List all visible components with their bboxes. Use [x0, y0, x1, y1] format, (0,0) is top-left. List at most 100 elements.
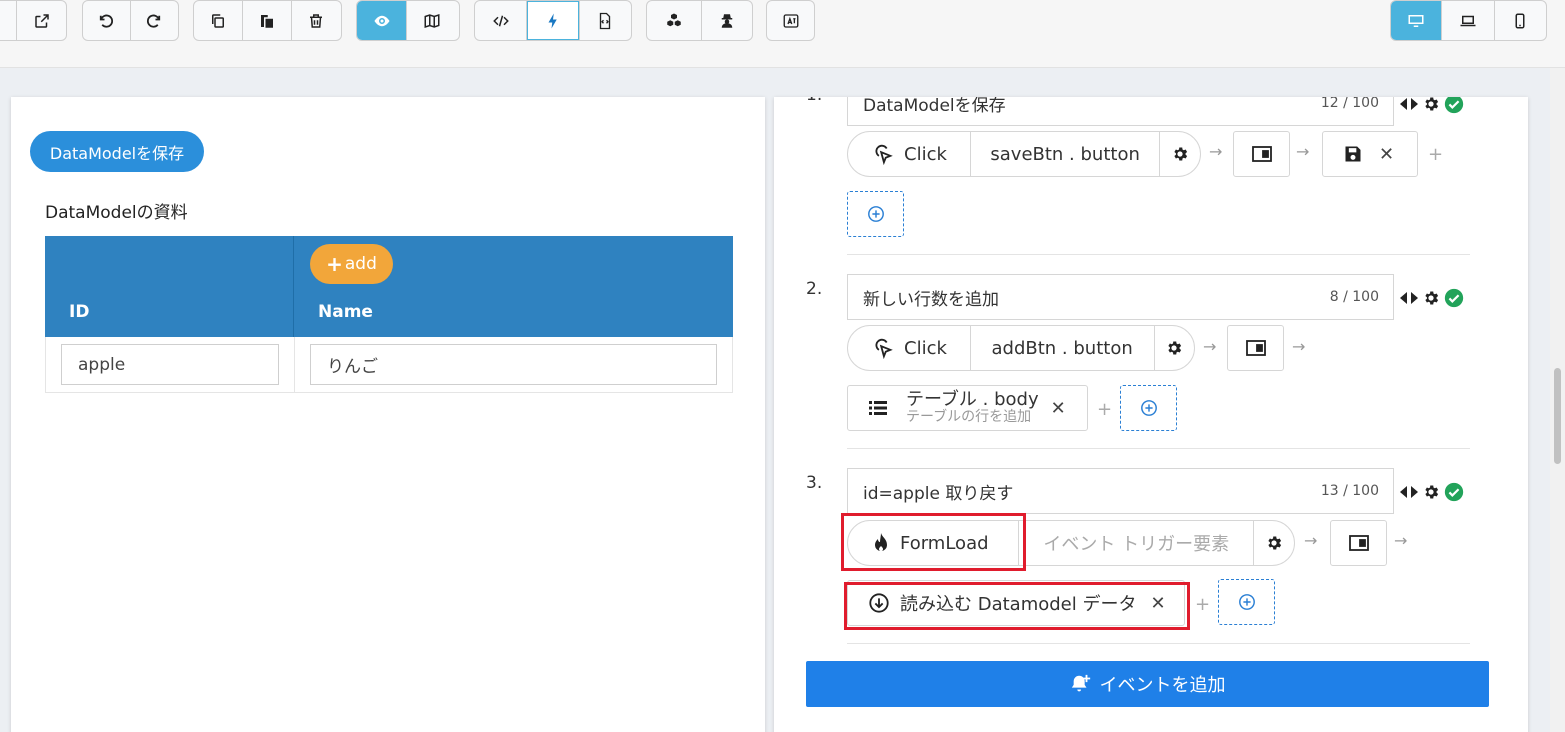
toolbar-group-language [766, 0, 815, 41]
event-trigger: Click saveBtn . button [847, 131, 1201, 177]
gear-icon[interactable] [1422, 97, 1440, 113]
pointer-click-icon [875, 144, 893, 165]
undo-icon [100, 14, 114, 28]
save-datamodel-button[interactable]: DataModelを保存 [30, 131, 204, 172]
check-circle-icon [1444, 97, 1464, 114]
trigger-settings-button[interactable] [1160, 132, 1200, 176]
event-divider [847, 254, 1470, 255]
save-action[interactable]: ✕ [1322, 131, 1418, 177]
trigger-target-placeholder[interactable]: イベント トリガー要素 [1019, 521, 1255, 565]
event-title-input[interactable]: DataModelを保存 12 / 100 [847, 97, 1394, 126]
components-button[interactable] [647, 1, 703, 40]
remove-action-icon[interactable]: ✕ [1379, 144, 1394, 165]
map-button[interactable] [407, 1, 457, 40]
delete-button[interactable] [292, 1, 341, 40]
external-link-button[interactable] [17, 1, 66, 40]
add-row-button[interactable]: + add [310, 244, 393, 284]
flow-arrow: → [1203, 337, 1217, 356]
expand-arrows-icon[interactable] [1399, 485, 1419, 499]
page-scrollbar[interactable] [1550, 68, 1565, 732]
add-action-button[interactable] [1218, 579, 1275, 625]
event-title-input[interactable]: id=apple 取り戻す 13 / 100 [847, 468, 1394, 514]
event-title: 新しい行数を追加 [863, 289, 999, 310]
events-panel: 1. DataModelを保存 12 / 100 Click saveBtn .… [774, 97, 1528, 732]
desktop-icon [1408, 14, 1424, 27]
panel-icon [1348, 535, 1369, 551]
preview-panel: DataModelを保存 DataModelの資料 + add ID Name a… [11, 97, 765, 732]
gear-icon [1268, 536, 1282, 550]
add-circle-icon [1140, 400, 1157, 416]
add-circle-icon [867, 206, 884, 222]
toolbar-left-stub [0, 1, 18, 40]
event-title-input[interactable]: 新しい行数を追加 8 / 100 [847, 274, 1394, 320]
trigger-type[interactable]: Click [848, 132, 971, 176]
private-button[interactable] [702, 1, 752, 40]
action-label: テーブル . body [906, 389, 1039, 411]
trigger-target[interactable]: addBtn . button [971, 326, 1155, 370]
mobile-view-button[interactable] [1495, 1, 1546, 40]
events-button[interactable] [527, 1, 580, 40]
toolbar-group-link [0, 0, 67, 41]
target-element-button[interactable] [1330, 520, 1387, 566]
scrollbar-thumb[interactable] [1554, 368, 1561, 464]
paste-button[interactable] [243, 1, 292, 40]
desktop-view-button[interactable] [1391, 1, 1443, 40]
remove-action-icon[interactable]: ✕ [1051, 398, 1066, 419]
name-input[interactable]: りんご [310, 344, 717, 385]
code-file-button[interactable] [580, 1, 631, 40]
add-event-button[interactable]: イベントを追加 [806, 661, 1489, 707]
highlight-box [844, 582, 1190, 630]
action-item[interactable]: テーブル . body テーブルの行を追加 ✕ [847, 385, 1088, 431]
code-button[interactable] [475, 1, 528, 40]
table-row: apple りんご [45, 337, 733, 393]
code-file-icon [600, 12, 611, 29]
map-icon [424, 13, 440, 28]
id-input[interactable]: apple [61, 344, 279, 385]
action-text: テーブル . body テーブルの行を追加 [906, 390, 1039, 425]
event-controls [1399, 97, 1469, 115]
code-icon [492, 15, 509, 26]
plus-icon: + [326, 252, 343, 276]
toolbar [0, 0, 1565, 68]
event-title: id=apple 取り戻す [863, 483, 1014, 504]
language-button[interactable] [767, 1, 814, 40]
preview-button[interactable] [357, 1, 407, 40]
bell-plus-icon [1071, 674, 1090, 692]
expand-arrows-icon[interactable] [1399, 97, 1419, 111]
trigger-type[interactable]: Click [848, 326, 971, 370]
language-icon [783, 13, 798, 28]
undo-button[interactable] [83, 1, 131, 40]
table-list-icon [869, 401, 887, 415]
target-element-button[interactable] [1233, 131, 1290, 177]
datamodel-section-title: DataModelの資料 [45, 203, 188, 223]
expand-arrows-icon[interactable] [1399, 291, 1419, 305]
laptop-view-button[interactable] [1442, 1, 1495, 40]
event-title: DataModelを保存 [863, 97, 1006, 116]
panel-icon [1245, 340, 1266, 356]
table-header: + add ID Name [45, 236, 733, 337]
trigger-type-label: Click [904, 337, 947, 359]
add-action-button[interactable] [847, 191, 904, 237]
cubes-icon [667, 13, 681, 26]
event-number: 1. [806, 97, 822, 105]
pointer-click-icon [875, 338, 893, 359]
gear-icon[interactable] [1422, 289, 1440, 307]
user-secret-icon [721, 13, 733, 28]
event-divider [847, 643, 1470, 644]
copy-button[interactable] [194, 1, 243, 40]
trigger-target[interactable]: saveBtn . button [971, 132, 1161, 176]
gear-icon[interactable] [1422, 483, 1440, 501]
event-controls [1399, 287, 1469, 309]
column-header-name: Name [318, 302, 373, 322]
toolbar-group-components [646, 0, 753, 41]
trigger-settings-button[interactable] [1254, 521, 1294, 565]
trigger-settings-button[interactable] [1155, 326, 1195, 370]
target-element-button[interactable] [1227, 325, 1284, 371]
event-trigger: Click addBtn . button [847, 325, 1195, 371]
redo-button[interactable] [131, 1, 178, 40]
add-action-button[interactable] [1120, 385, 1177, 431]
plus-icon: + [1428, 144, 1444, 165]
event-number: 2. [806, 279, 823, 299]
flow-arrow: → [1394, 531, 1408, 550]
toolbar-group-history [82, 0, 179, 41]
